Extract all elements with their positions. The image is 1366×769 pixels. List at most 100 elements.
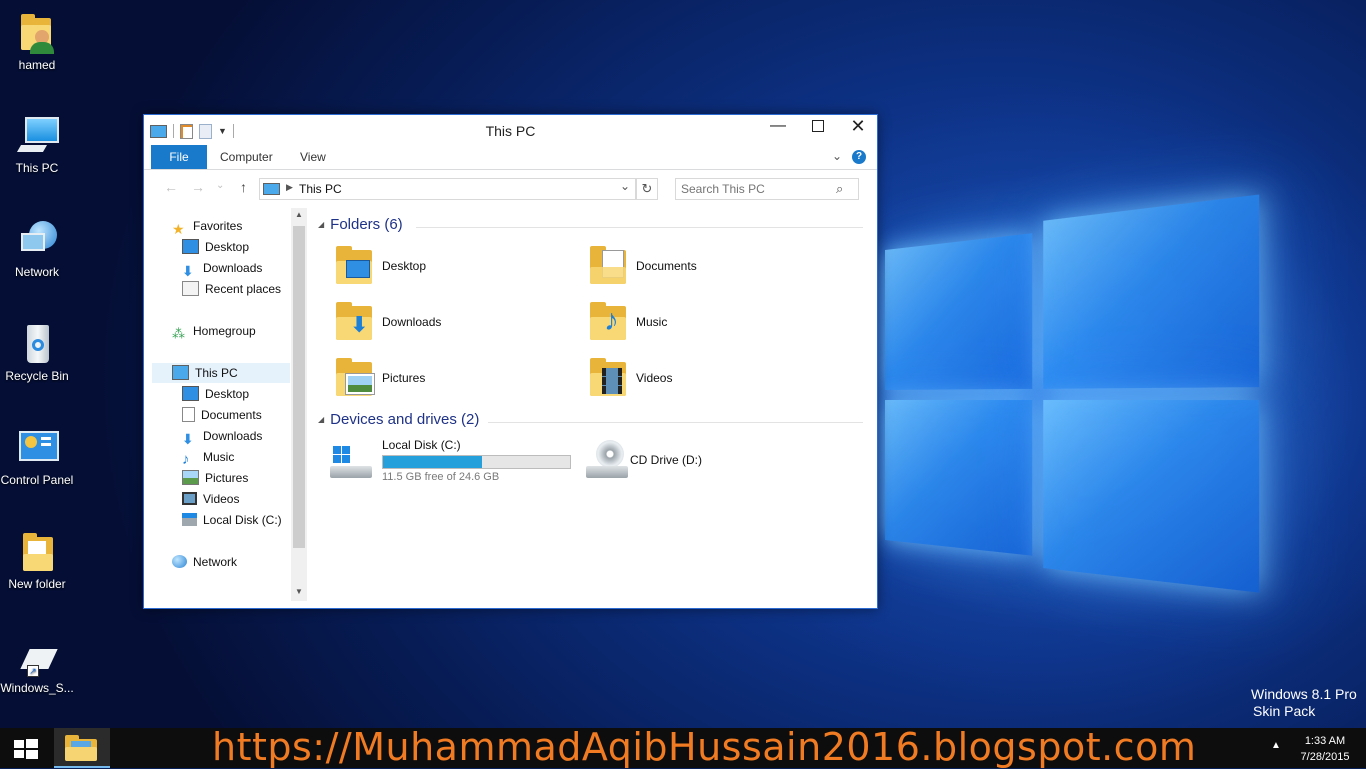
breadcrumb-arrow-icon[interactable]: ▶ [286, 182, 293, 193]
taskbar-file-explorer-button[interactable] [54, 728, 110, 768]
desktop-icon-label: Control Panel [0, 473, 74, 487]
folder-tile-desktop[interactable]: Desktop [336, 244, 556, 288]
desktop: hamed This PC Network Recycle Bin Contro… [0, 0, 1366, 728]
desktop-icon-windows-shortcut[interactable]: ↗ Windows_S... [0, 635, 74, 696]
homegroup-icon: ⁂ [172, 326, 185, 342]
help-icon[interactable]: ? [852, 150, 866, 164]
content-pane: ◢ Folders (6) Desktop Documents ⬇ Downloa… [312, 208, 872, 601]
search-input[interactable] [679, 180, 833, 198]
nav-scrollbar[interactable]: ▲ ▼ [291, 208, 307, 601]
title-bar[interactable]: ▼ This PC — ✕ [144, 115, 877, 145]
document-icon [182, 407, 195, 423]
nav-network[interactable]: Network [172, 552, 237, 572]
nav-fav-desktop[interactable]: Desktop [182, 237, 249, 257]
desktop-icon-recycle-bin[interactable]: Recycle Bin [0, 323, 74, 384]
nav-label: Music [203, 450, 235, 464]
address-bar-row: ← → ⌄ ↑ ▶ This PC ⌄ ↻ ⌕ [144, 175, 877, 201]
desktop-icon-label: hamed [18, 58, 56, 72]
taskbar-clock[interactable]: 1:33 AM 7/28/2015 [1290, 733, 1360, 765]
desktop-icon-hamed[interactable]: hamed [0, 12, 74, 73]
tab-view[interactable]: View [300, 145, 326, 169]
start-button[interactable] [0, 728, 48, 768]
folder-label: Downloads [382, 315, 442, 329]
desktop-icon-label: Recycle Bin [5, 369, 69, 383]
desktop-icon-new-folder[interactable]: New folder [0, 531, 74, 592]
music-note-icon: ♪ [182, 451, 190, 469]
control-panel-icon [15, 427, 59, 471]
nav-pc-music[interactable]: ♪ Music [182, 447, 235, 469]
explorer-window[interactable]: ▼ This PC — ✕ File Computer View ⌄ ? ← →… [143, 114, 878, 609]
desktop-icon-network[interactable]: Network [0, 219, 74, 280]
nav-label: Favorites [193, 219, 243, 233]
nav-pc-downloads[interactable]: ⬇ Downloads [182, 426, 262, 448]
expand-ribbon-chevron-icon[interactable]: ⌄ [832, 149, 842, 163]
drive-name: Local Disk (C:) [382, 438, 461, 452]
collapse-arrow-icon[interactable]: ◢ [318, 415, 324, 424]
refresh-button[interactable]: ↻ [636, 178, 658, 200]
folder-tile-pictures[interactable]: Pictures [336, 356, 556, 400]
folder-tile-downloads[interactable]: ⬇ Downloads [336, 300, 556, 344]
nav-homegroup[interactable]: ⁂ Homegroup [172, 321, 256, 341]
nav-pc-pictures[interactable]: Pictures [182, 468, 248, 488]
folder-tile-music[interactable]: ♪ Music [590, 300, 810, 344]
address-path: This PC [299, 182, 342, 196]
nav-recent-places[interactable]: Recent places [182, 279, 281, 299]
close-button[interactable]: ✕ [838, 115, 878, 139]
nav-label: Recent places [205, 282, 282, 296]
nav-favorites[interactable]: ★ Favorites [172, 216, 243, 237]
drive-tile-local-disk[interactable]: Local Disk (C:) 11.5 GB free of 24.6 GB [330, 438, 575, 486]
scroll-down-arrow-icon[interactable]: ▼ [295, 587, 303, 596]
folder-label: Documents [636, 259, 697, 273]
recent-locations-chevron-icon[interactable]: ⌄ [216, 180, 224, 191]
desktop-icon-label: Network [14, 265, 59, 279]
desktop-icon-control-panel[interactable]: Control Panel [0, 427, 74, 488]
scroll-thumb[interactable] [293, 226, 305, 548]
collapse-arrow-icon[interactable]: ◢ [318, 220, 324, 229]
group-drives-header[interactable]: ◢ Devices and drives (2) [318, 411, 863, 431]
downloads-folder-icon: ⬇ [336, 302, 372, 340]
network-globe-icon [15, 219, 59, 263]
cd-drive-icon [586, 440, 628, 480]
blog-url-overlay: https://MuhammadAqibHussain2016.blogspot… [212, 725, 1197, 769]
up-arrow-icon[interactable]: ↑ [240, 179, 247, 195]
maximize-button[interactable] [798, 115, 838, 139]
nav-pc-desktop[interactable]: Desktop [182, 384, 249, 404]
tab-file[interactable]: File [151, 145, 207, 169]
group-folders-header[interactable]: ◢ Folders (6) [318, 216, 863, 236]
download-arrow-icon: ⬇ [182, 431, 194, 448]
back-arrow-icon[interactable]: ← [164, 179, 178, 195]
desktop-icon-this-pc[interactable]: This PC [0, 115, 74, 176]
local-disk-drive-icon [330, 446, 372, 478]
search-box[interactable]: ⌕ [675, 178, 859, 200]
desktop-icon-label: New folder [8, 577, 66, 591]
nav-pc-videos[interactable]: Videos [182, 489, 239, 509]
tab-computer[interactable]: Computer [220, 145, 273, 169]
watermark-line1: Windows 8.1 Pro [1251, 686, 1357, 702]
folder-label: Pictures [382, 371, 426, 385]
group-drives-label: Devices and drives (2) [330, 411, 480, 428]
minimize-button[interactable]: — [758, 115, 798, 139]
nav-fav-downloads[interactable]: ⬇ Downloads [182, 258, 262, 279]
nav-label: Local Disk (C:) [203, 513, 282, 527]
nav-pc-local-disk[interactable]: Local Disk (C:) [182, 510, 282, 530]
show-hidden-icons-arrow-icon[interactable]: ▲ [1271, 740, 1281, 751]
forward-arrow-icon[interactable]: → [191, 179, 205, 195]
computer-icon [15, 115, 59, 159]
address-dropdown-icon[interactable]: ⌄ [620, 179, 630, 193]
nav-this-pc[interactable]: This PC [152, 363, 290, 383]
desktop-icon-label: Windows_S... [0, 681, 74, 695]
music-folder-icon: ♪ [590, 302, 626, 340]
search-icon[interactable]: ⌕ [836, 181, 843, 197]
folder-tile-videos[interactable]: Videos [590, 356, 810, 400]
nav-label: This PC [195, 366, 238, 380]
nav-label: Network [193, 555, 238, 569]
pictures-folder-icon [336, 358, 374, 396]
clock-time: 1:33 AM [1304, 735, 1346, 747]
documents-folder-icon [590, 246, 626, 284]
picture-icon [182, 470, 199, 486]
address-box[interactable]: ▶ This PC ⌄ [259, 178, 636, 200]
scroll-up-arrow-icon[interactable]: ▲ [295, 210, 303, 219]
folder-tile-documents[interactable]: Documents [590, 244, 810, 288]
drive-tile-cd[interactable]: CD Drive (D:) [584, 440, 804, 484]
nav-pc-documents[interactable]: Documents [182, 405, 262, 425]
